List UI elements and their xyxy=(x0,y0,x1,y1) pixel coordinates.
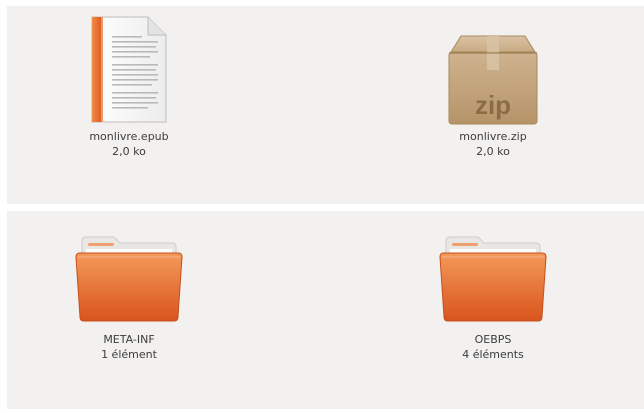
file-size: 2,0 ko xyxy=(476,145,510,158)
folder-item-count: 1 élément xyxy=(101,348,157,361)
zip-archive-icon: zip xyxy=(448,35,538,125)
zip-icon-text: zip xyxy=(475,90,511,120)
folder-item-count: 4 éléments xyxy=(462,348,524,361)
file-size: 2,0 ko xyxy=(112,145,146,158)
folders-panel: META-INF 1 élément OEBPS 4 éléments xyxy=(7,211,644,409)
epub-document-icon xyxy=(91,16,167,123)
folder-item-meta-inf[interactable]: META-INF 1 élément xyxy=(59,211,199,401)
folder-icon xyxy=(75,236,183,322)
file-name: monlivre.epub xyxy=(89,130,169,143)
file-item-epub[interactable]: monlivre.epub 2,0 ko xyxy=(59,6,199,196)
folder-name: OEBPS xyxy=(474,333,512,346)
folder-icon xyxy=(439,236,547,322)
folder-item-oebps[interactable]: OEBPS 4 éléments xyxy=(423,211,563,401)
files-panel: monlivre.epub 2,0 ko zip monlivre.zip 2, xyxy=(7,6,644,204)
file-name: monlivre.zip xyxy=(459,130,527,143)
folder-name: META-INF xyxy=(103,333,155,346)
file-item-zip[interactable]: zip monlivre.zip 2,0 ko xyxy=(423,6,563,196)
